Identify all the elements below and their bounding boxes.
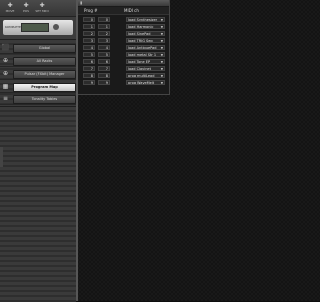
device-header: KOMPLETE	[0, 17, 76, 40]
program-select[interactable]: load Harmonic ▼	[126, 24, 165, 29]
program-number-field[interactable]: 9	[83, 80, 95, 85]
nav-button-manager[interactable]: Pulsar (FXbit) Manager	[13, 70, 76, 79]
midi-channel-field[interactable]: 9	[98, 80, 110, 85]
set-midi-button[interactable]: ✚ SET MIDI	[35, 2, 49, 14]
window-titlebar[interactable]: ▮	[78, 0, 169, 6]
chevron-down-icon: ▼	[160, 39, 163, 43]
program-select[interactable]: load SinePad ▼	[126, 31, 165, 36]
program-name: prog WaveMelt	[128, 81, 155, 85]
midi-channel-field[interactable]: 2	[98, 31, 110, 36]
program-number-field[interactable]: 0	[83, 17, 95, 22]
column-header-midi: MIDI ch	[124, 8, 139, 13]
table-header: Prog # MIDI ch	[78, 7, 169, 15]
program-name: prog multiLead	[128, 74, 155, 78]
program-map-icon: ▦	[2, 83, 9, 90]
left-panel-empty-area	[0, 106, 76, 302]
table-row: 5 5 load metal Str 1 ▼	[78, 51, 169, 58]
midi-channel-field[interactable]: 3	[98, 38, 110, 43]
program-number-field[interactable]: 7	[83, 66, 95, 71]
left-panel: ✚ MOVE ✚ POS ✚ SET MIDI KOMPLETE ⬛ Globa…	[0, 0, 76, 302]
device-panel-image[interactable]: KOMPLETE	[3, 20, 73, 35]
program-select[interactable]: load metal Str 1 ▼	[126, 52, 165, 57]
move-icon: ✚	[7, 2, 13, 9]
chevron-down-icon: ▼	[160, 67, 163, 71]
chevron-down-icon: ▼	[160, 25, 163, 29]
program-name: load Synthesizer	[128, 18, 158, 22]
midi-channel-field[interactable]: 5	[98, 52, 110, 57]
set-midi-icon: ✚	[39, 2, 45, 9]
program-name: load AntiquePad	[128, 46, 157, 50]
nav-button-all-racks[interactable]: All Racks	[13, 57, 76, 66]
program-select[interactable]: load TRIG Seq ▼	[126, 38, 165, 43]
program-number-field[interactable]: 5	[83, 52, 95, 57]
manager-icon: ⊕	[2, 70, 9, 77]
table-row: 8 8 prog multiLead ▼	[78, 72, 169, 79]
tonality-icon: ≡	[2, 95, 9, 102]
midi-channel-field[interactable]: 1	[98, 24, 110, 29]
nav-row-global: ⬛ Global	[0, 42, 76, 54]
position-tool-button[interactable]: ✚ POS	[19, 2, 33, 14]
position-icon: ✚	[23, 2, 29, 9]
chevron-down-icon: ▼	[160, 18, 163, 22]
chevron-down-icon: ▼	[160, 81, 163, 85]
nav-row-tonality-tables: ≡ Tonality Tables	[0, 93, 76, 105]
nav-row-manager: ⊕ Pulsar (FXbit) Manager	[0, 68, 76, 80]
table-row: 9 9 prog WaveMelt ▼	[78, 79, 169, 86]
midi-channel-field[interactable]: 6	[98, 59, 110, 64]
program-number-field[interactable]: 2	[83, 31, 95, 36]
move-tool-label: MOVE	[5, 9, 15, 13]
program-map-window: ▮ Prog # MIDI ch 0 0 load Synthesizer ▼ 1…	[78, 0, 170, 95]
device-display	[21, 23, 49, 32]
table-row: 0 0 load Synthesizer ▼	[78, 16, 169, 23]
racks-icon: ⊕	[2, 57, 9, 64]
program-select[interactable]: load Clavinet ▼	[126, 66, 165, 71]
program-name: load Tone EP	[128, 60, 151, 64]
top-toolbar: ✚ MOVE ✚ POS ✚ SET MIDI	[0, 0, 76, 17]
program-select[interactable]: load Tone EP ▼	[126, 59, 165, 64]
program-select[interactable]: prog multiLead ▼	[126, 73, 165, 78]
program-name: load Clavinet	[128, 67, 151, 71]
program-name: load Harmonic	[128, 25, 154, 29]
set-midi-label: SET MIDI	[35, 9, 49, 13]
nav-row-all-racks: ⊕ All Racks	[0, 55, 76, 67]
side-tab[interactable]	[0, 147, 3, 167]
main-workspace: ▮ Prog # MIDI ch 0 0 load Synthesizer ▼ 1…	[78, 0, 320, 301]
program-select[interactable]: prog WaveMelt ▼	[126, 80, 165, 85]
program-number-field[interactable]: 6	[83, 59, 95, 64]
program-number-field[interactable]: 1	[83, 24, 95, 29]
program-select[interactable]: load Synthesizer ▼	[126, 17, 165, 22]
position-tool-label: POS	[22, 9, 30, 13]
program-select[interactable]: load AntiquePad ▼	[126, 45, 165, 50]
chevron-down-icon: ▼	[160, 53, 163, 57]
chevron-down-icon: ▼	[160, 60, 163, 64]
chevron-down-icon: ▼	[160, 74, 163, 78]
table-row: 4 4 load AntiquePad ▼	[78, 44, 169, 51]
midi-channel-field[interactable]: 4	[98, 45, 110, 50]
program-name: load metal Str 1	[128, 53, 157, 57]
nav-button-tonality-tables[interactable]: Tonality Tables	[13, 95, 76, 104]
close-icon[interactable]: ▮	[80, 0, 84, 6]
midi-channel-field[interactable]: 7	[98, 66, 110, 71]
program-name: load TRIG Seq	[128, 39, 153, 43]
program-name: load SinePad	[128, 32, 151, 36]
table-row: 6 6 load Tone EP ▼	[78, 58, 169, 65]
column-header-prog: Prog #	[84, 8, 98, 13]
program-number-field[interactable]: 4	[83, 45, 95, 50]
device-knob	[53, 24, 59, 30]
table-row: 3 3 load TRIG Seq ▼	[78, 37, 169, 44]
chevron-down-icon: ▼	[160, 32, 163, 36]
nav-row-program-map: ▦ Program Map	[0, 81, 76, 93]
program-number-field[interactable]: 3	[83, 38, 95, 43]
table-row: 2 2 load SinePad ▼	[78, 30, 169, 37]
move-tool-button[interactable]: ✚ MOVE	[3, 2, 17, 14]
table-row: 1 1 load Harmonic ▼	[78, 23, 169, 30]
chevron-down-icon: ▼	[160, 46, 163, 50]
global-icon: ⬛	[1, 44, 10, 51]
program-number-field[interactable]: 8	[83, 73, 95, 78]
midi-channel-field[interactable]: 8	[98, 73, 110, 78]
nav-button-global[interactable]: Global	[13, 44, 76, 53]
midi-channel-field[interactable]: 0	[98, 17, 110, 22]
table-row: 7 7 load Clavinet ▼	[78, 65, 169, 72]
nav-button-program-map[interactable]: Program Map	[13, 83, 76, 92]
